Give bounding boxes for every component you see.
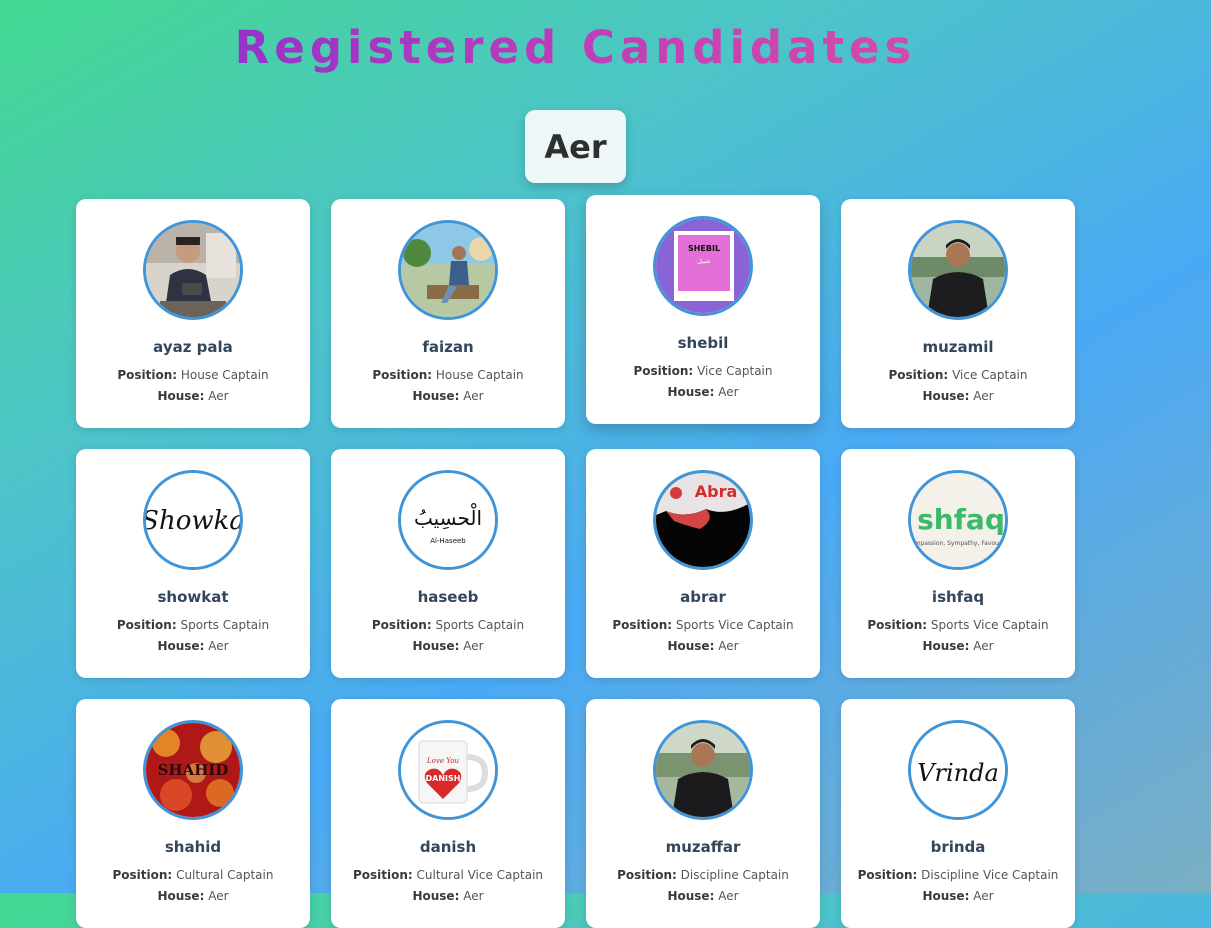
candidate-name: muzaffar xyxy=(665,838,741,856)
candidate-avatar: Showka xyxy=(143,470,243,570)
candidate-name: brinda xyxy=(930,838,986,856)
candidate-name: ayaz pala xyxy=(153,338,233,356)
candidate-card[interactable]: faizan Position: House Captain House: Ae… xyxy=(331,199,565,428)
person-photo-icon xyxy=(656,723,750,817)
person-photo-icon xyxy=(146,223,240,317)
candidate-position: Position: Discipline Vice Captain xyxy=(857,868,1059,882)
candidate-card[interactable]: الْحسِيبُ Al-Haseeb haseeb Position: Spo… xyxy=(331,449,565,678)
candidate-avatar: Love You DANISH xyxy=(398,720,498,820)
candidate-card[interactable]: SHAHID shahid Position: Cultural Captain… xyxy=(76,699,310,928)
book-cover-icon: SHEBIL شبيل xyxy=(656,219,750,313)
candidate-house: House: Aer xyxy=(922,389,994,403)
candidate-name: abrar xyxy=(680,588,726,606)
candidate-position: Position: Cultural Captain xyxy=(112,868,274,882)
svg-text:Love You: Love You xyxy=(426,757,459,765)
candidate-position: Position: Vice Captain xyxy=(633,364,773,378)
candidate-house: House: Aer xyxy=(922,639,994,653)
candidate-avatar: SHAHID xyxy=(143,720,243,820)
svg-text:DANISH: DANISH xyxy=(426,774,461,783)
svg-text:SHAHID: SHAHID xyxy=(158,761,229,779)
svg-text:shfaq: shfaq xyxy=(917,503,1005,536)
candidate-position: Position: House Captain xyxy=(117,368,269,382)
candidate-card[interactable]: Showka showkat Position: Sports Captain … xyxy=(76,449,310,678)
candidate-card[interactable]: muzamil Position: Vice Captain House: Ae… xyxy=(841,199,1075,428)
candidate-name: ishfaq xyxy=(931,588,985,606)
candidate-position: Position: Sports Vice Captain xyxy=(612,618,794,632)
candidate-position: Position: Vice Captain xyxy=(888,368,1028,382)
svg-text:Showka: Showka xyxy=(146,506,240,536)
candidate-avatar xyxy=(143,220,243,320)
candidate-avatar: Abra xyxy=(653,470,753,570)
candidate-card[interactable]: shfaq mpassion, Sympathy, Favour ishfaq … xyxy=(841,449,1075,678)
candidate-card[interactable]: Abra abrar Position: Sports Vice Captain… xyxy=(586,449,820,678)
candidate-card[interactable]: Vrinda brinda Position: Discipline Vice … xyxy=(841,699,1075,928)
svg-text:شبيل: شبيل xyxy=(697,258,710,265)
candidate-position: Position: Sports Vice Captain xyxy=(867,618,1049,632)
candidate-house: House: Aer xyxy=(667,385,739,399)
candidate-name: showkat xyxy=(157,588,229,606)
name-art-icon: Abra xyxy=(656,473,750,567)
candidate-house: House: Aer xyxy=(157,639,229,653)
name-art-icon: SHAHID xyxy=(146,723,240,817)
svg-text:الْحسِيبُ: الْحسِيبُ xyxy=(414,504,482,530)
candidate-name: shebil xyxy=(677,334,729,352)
calligraphy-icon: الْحسِيبُ Al-Haseeb xyxy=(401,473,495,567)
candidate-avatar xyxy=(908,220,1008,320)
candidate-name: faizan xyxy=(422,338,474,356)
candidate-house: House: Aer xyxy=(412,639,484,653)
candidate-name: haseeb xyxy=(417,588,479,606)
candidate-house: House: Aer xyxy=(157,389,229,403)
candidate-position: Position: Discipline Captain xyxy=(617,868,789,882)
house-badge: Aer xyxy=(525,110,626,183)
page-title: Registered Candidates xyxy=(0,20,1151,76)
name-art-icon: shfaq mpassion, Sympathy, Favour xyxy=(911,473,1005,567)
candidate-card[interactable]: Love You DANISH danish Position: Cultura… xyxy=(331,699,565,928)
signature-icon: Showka xyxy=(146,473,240,567)
candidate-position: Position: Sports Captain xyxy=(371,618,525,632)
candidate-house: House: Aer xyxy=(667,639,739,653)
candidate-avatar xyxy=(653,720,753,820)
candidate-house: House: Aer xyxy=(412,389,484,403)
svg-text:Vrinda: Vrinda xyxy=(917,759,999,787)
candidate-card[interactable]: muzaffar Position: Discipline Captain Ho… xyxy=(586,699,820,928)
signature-icon: Vrinda xyxy=(911,723,1005,817)
person-photo-icon xyxy=(401,223,495,317)
candidate-house: House: Aer xyxy=(412,889,484,903)
candidate-avatar: الْحسِيبُ Al-Haseeb xyxy=(398,470,498,570)
candidate-card[interactable]: SHEBIL شبيل shebil Position: Vice Captai… xyxy=(586,195,820,424)
candidate-avatar xyxy=(398,220,498,320)
svg-text:Abra: Abra xyxy=(695,482,738,501)
mug-art-icon: Love You DANISH xyxy=(401,723,495,817)
candidate-name: muzamil xyxy=(922,338,994,356)
candidate-house: House: Aer xyxy=(667,889,739,903)
candidate-name: danish xyxy=(419,838,477,856)
candidate-house: House: Aer xyxy=(157,889,229,903)
candidate-avatar: Vrinda xyxy=(908,720,1008,820)
candidate-position: Position: House Captain xyxy=(372,368,524,382)
candidate-card[interactable]: ayaz pala Position: House Captain House:… xyxy=(76,199,310,428)
candidate-position: Position: Sports Captain xyxy=(116,618,270,632)
candidate-name: shahid xyxy=(164,838,222,856)
candidate-house: House: Aer xyxy=(922,889,994,903)
svg-text:Al-Haseeb: Al-Haseeb xyxy=(430,537,466,545)
candidate-avatar: SHEBIL شبيل xyxy=(653,216,753,316)
svg-text:SHEBIL: SHEBIL xyxy=(688,244,720,253)
svg-text:mpassion, Sympathy, Favour: mpassion, Sympathy, Favour xyxy=(915,540,1002,547)
person-photo-icon xyxy=(911,223,1005,317)
candidate-grid: ayaz pala Position: House Captain House:… xyxy=(76,195,1075,928)
candidate-avatar: shfaq mpassion, Sympathy, Favour xyxy=(908,470,1008,570)
candidate-position: Position: Cultural Vice Captain xyxy=(352,868,544,882)
